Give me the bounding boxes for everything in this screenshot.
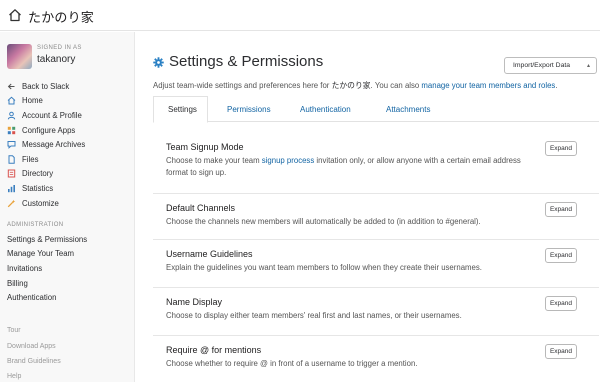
customize-icon — [7, 199, 16, 207]
file-icon — [8, 155, 15, 164]
username: takanory — [37, 54, 76, 65]
admin-nav: Settings & Permissions Manage Your Team … — [7, 232, 87, 305]
sidebar-item-authentication[interactable]: Authentication — [7, 290, 87, 305]
directory-icon — [7, 169, 16, 178]
expand-button[interactable]: Expand — [545, 344, 577, 359]
section-title: Require @ for mentions — [166, 345, 262, 355]
page-description: Adjust team-wide settings and preference… — [153, 80, 558, 91]
section-name-display: Name Display Choose to display either te… — [153, 288, 599, 336]
section-team-signup-mode: Team Signup Mode Choose to make your tea… — [153, 130, 599, 194]
description-middle: . You can also — [370, 81, 422, 90]
section-require-at-mentions: Require @ for mentions Choose whether to… — [153, 336, 599, 382]
import-export-button[interactable]: Import/Export Data ▴ — [504, 57, 597, 74]
sidebar-item-customize[interactable]: Customize — [7, 196, 132, 211]
sidebar-item-account-profile[interactable]: Account & Profile — [7, 108, 132, 123]
sidebar-item-back-to-slack[interactable]: Back to Slack — [7, 79, 132, 94]
description-suffix: . — [555, 81, 558, 90]
apps-icon — [7, 126, 16, 134]
sidebar-footer: Tour Download Apps Brand Guidelines Help — [7, 323, 61, 382]
external-icon: ▴ — [586, 63, 590, 69]
section-title: Name Display — [166, 297, 223, 307]
manage-members-link[interactable]: manage your team members and roles — [421, 81, 555, 90]
footer-link-download-apps[interactable]: Download Apps — [7, 338, 61, 353]
section-description: Choose the channels new members will aut… — [166, 217, 481, 226]
section-default-channels: Default Channels Choose the channels new… — [153, 194, 599, 240]
sidebar-item-files[interactable]: Files — [7, 152, 132, 167]
section-title: Username Guidelines — [166, 249, 253, 259]
import-export-label: Import/Export Data — [513, 62, 571, 69]
sidebar: SIGNED IN AS takanory Back to Slack Home… — [0, 32, 135, 382]
sidebar-item-home[interactable]: Home — [7, 94, 132, 109]
sidebar-item-invitations[interactable]: Invitations — [7, 261, 87, 276]
section-description: Choose to make your team signup process … — [166, 155, 526, 178]
home-icon[interactable] — [8, 8, 22, 22]
sidebar-item-statistics[interactable]: Statistics — [7, 181, 132, 196]
page-title: Settings & Permissions — [169, 53, 324, 70]
section-title: Team Signup Mode — [166, 142, 244, 152]
sidebar-item-label: Message Archives — [22, 140, 86, 150]
section-description: Explain the guidelines you want team mem… — [166, 263, 482, 272]
section-description: Choose to display either team members' r… — [166, 311, 462, 320]
tab-attachments[interactable]: Attachments — [386, 105, 430, 114]
sidebar-item-label: Back to Slack — [22, 81, 70, 91]
footer-link-brand-guidelines[interactable]: Brand Guidelines — [7, 354, 61, 369]
sidebar-item-directory[interactable]: Directory — [7, 167, 132, 182]
footer-link-help[interactable]: Help — [7, 369, 61, 382]
sidebar-item-label: Customize — [22, 198, 59, 208]
expand-button[interactable]: Expand — [545, 141, 577, 156]
stats-icon — [8, 184, 15, 193]
sidebar-nav: Back to Slack Home Account & Profile Con… — [7, 79, 132, 210]
section-description: Choose whether to require @ in front of … — [166, 359, 418, 368]
tab-settings[interactable]: Settings — [168, 105, 197, 114]
arrow-left-icon — [7, 83, 15, 90]
gear-icon — [153, 57, 164, 68]
team-name: たかのり家 — [28, 10, 95, 25]
expand-button[interactable]: Expand — [545, 202, 577, 217]
tab-authentication[interactable]: Authentication — [300, 105, 351, 114]
sidebar-item-label: Account & Profile — [22, 110, 82, 120]
sidebar-item-configure-apps[interactable]: Configure Apps — [7, 123, 132, 138]
sidebar-item-manage-team[interactable]: Manage Your Team — [7, 247, 87, 262]
sidebar-item-label: Statistics — [22, 183, 54, 193]
expand-button[interactable]: Expand — [545, 296, 577, 311]
sidebar-item-label: Configure Apps — [22, 125, 76, 135]
sidebar-item-billing[interactable]: Billing — [7, 276, 87, 291]
avatar — [7, 44, 32, 69]
sidebar-item-label: Directory — [22, 169, 54, 179]
sidebar-item-message-archives[interactable]: Message Archives — [7, 137, 132, 152]
sidebar-item-label: Home — [22, 96, 43, 106]
sidebar-item-settings-permissions[interactable]: Settings & Permissions — [7, 232, 87, 247]
admin-heading: ADMINISTRATION — [7, 222, 64, 228]
expand-button[interactable]: Expand — [545, 248, 577, 263]
person-icon — [7, 111, 16, 120]
tab-permissions[interactable]: Permissions — [227, 105, 271, 114]
section-desc-text: Choose to make your team — [166, 156, 262, 165]
signup-process-link[interactable]: signup process — [262, 156, 314, 165]
main-content: Settings & Permissions Import/Export Dat… — [136, 32, 600, 382]
section-title: Default Channels — [166, 203, 236, 213]
footer-link-tour[interactable]: Tour — [7, 323, 61, 338]
signed-in-label: SIGNED IN AS — [37, 45, 82, 51]
chat-icon — [7, 141, 16, 150]
description-team: たかのり家 — [331, 81, 371, 90]
tab-bar: Settings Permissions Authentication Atta… — [153, 96, 599, 123]
sidebar-item-label: Files — [22, 154, 39, 164]
top-bar: たかのり家 — [0, 0, 600, 31]
section-username-guidelines: Username Guidelines Explain the guidelin… — [153, 240, 599, 288]
description-prefix: Adjust team-wide settings and preference… — [153, 81, 332, 90]
home-icon — [7, 97, 16, 105]
